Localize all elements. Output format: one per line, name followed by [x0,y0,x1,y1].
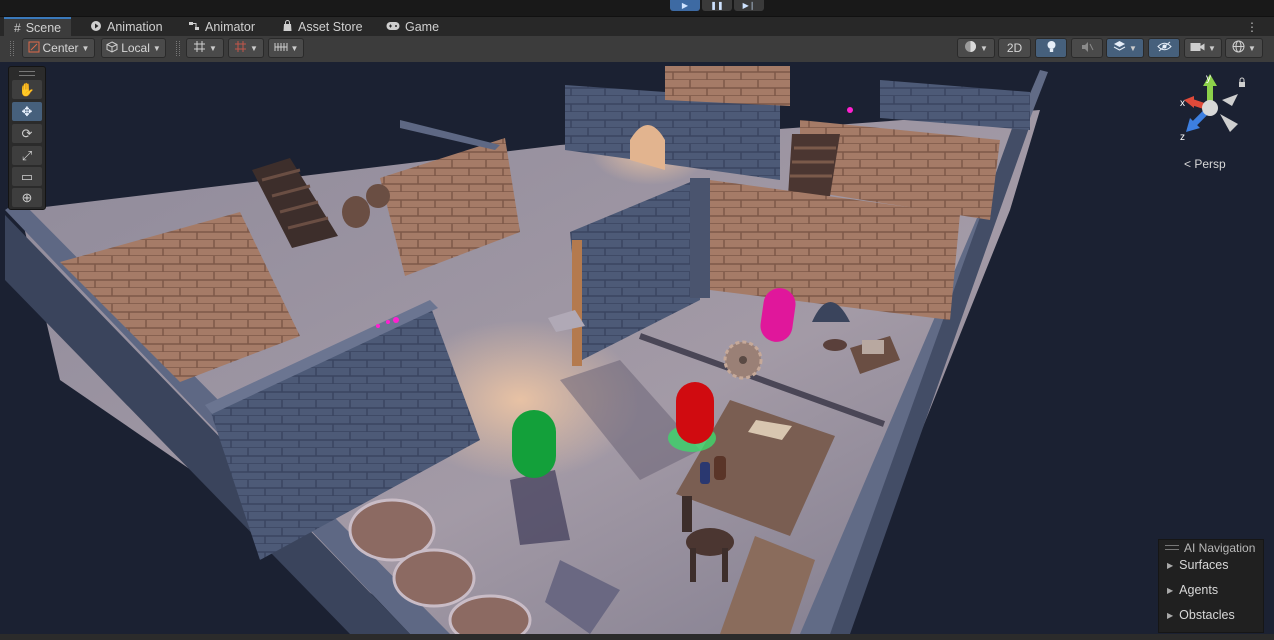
gamepad-icon [386,20,400,34]
store-icon [282,19,293,35]
ai-navigation-title: AI Navigation [1184,541,1256,555]
play-controls: ▶ ❚❚ ▶❘ [670,0,764,11]
scale-icon: ⤢ [21,147,33,163]
toolbar-grip-icon [10,41,14,56]
snap-grid-icon [234,40,247,56]
lighting-toggle-button[interactable] [1035,38,1067,58]
tab-bar: # Scene Animation Animator Asset Store G… [0,16,1274,37]
local-cube-icon [106,40,118,56]
play-button[interactable]: ▶ [670,0,700,11]
tool-palette: ✋ ✥ ⟳ ⤢ ▭ ⊕ [8,66,46,210]
orientation-gizmo[interactable]: y x z [1172,70,1248,150]
tab-label: Game [405,20,440,34]
scene-toolbar: Center ▼ Local ▼ ▼ ▼ ▼ ▼ 2D ▼ ▼ ▼ [0,36,1274,63]
hand-tool-button[interactable]: ✋ [12,80,42,99]
transform-icon: ⊕ [21,189,33,205]
animation-icon [90,20,102,35]
speaker-muted-icon [1081,41,1094,56]
bottom-status-strip [0,634,1274,640]
expand-triangle-icon: ▶ [1167,610,1174,620]
lightbulb-icon [1046,40,1057,56]
shaded-sphere-icon [964,40,977,56]
nav-item-label: Surfaces [1179,558,1229,572]
nav-item-agents[interactable]: ▶ Agents [1167,583,1218,597]
pivot-mode-label: Center [42,41,79,55]
animator-icon [188,20,200,35]
chevron-down-icon: ▼ [209,43,217,53]
nav-item-label: Obstacles [1179,608,1235,622]
draw-mode-dropdown[interactable]: ▼ [957,38,995,58]
chevron-down-icon: ▼ [290,43,299,53]
nav-item-obstacles[interactable]: ▶ Obstacles [1167,608,1235,622]
gizmo-z-label: z [1180,132,1185,143]
increment-snap-dropdown[interactable]: ▼ [268,38,304,58]
pivot-center-icon [28,41,40,56]
scene-visibility-toggle[interactable] [1148,38,1180,58]
tab-game[interactable]: Game [386,17,439,37]
chevron-down-icon: ▼ [980,43,988,53]
grid-snap-dropdown[interactable]: ▼ [228,38,264,58]
toggle-2d-button[interactable]: 2D [998,38,1031,58]
tab-label: Animator [205,20,256,34]
camera-settings-dropdown[interactable]: ▼ [1184,38,1222,58]
gizmo-globe-icon [1232,40,1245,56]
effects-dropdown[interactable]: ▼ [1106,38,1144,58]
ruler-icon [274,41,288,56]
rect-tool-button[interactable]: ▭ [12,167,42,186]
tab-scene[interactable]: # Scene [4,17,72,37]
move-tool-button[interactable]: ✥ [12,102,42,121]
pivot-mode-dropdown[interactable]: Center ▼ [22,38,95,58]
chevron-down-icon: ▼ [1248,43,1256,53]
tab-label: Scene [25,21,62,35]
pivot-rotation-label: Local [121,41,150,55]
tab-asset-store[interactable]: Asset Store [282,17,363,37]
hash-icon: # [14,21,21,35]
top-bar: ▶ ❚❚ ▶❘ [0,0,1274,16]
camera-icon [1190,41,1205,55]
expand-triangle-icon: ▶ [1167,585,1174,595]
mode-2d-label: 2D [1006,41,1023,55]
panel-grip-icon [1165,545,1179,550]
pause-button[interactable]: ❚❚ [702,0,732,11]
projection-toggle[interactable]: < Persp [1184,157,1226,171]
chevron-down-icon: ▼ [1129,43,1137,53]
rect-icon: ▭ [20,168,34,184]
move-arrows-icon: ✥ [21,103,33,119]
projection-label: Persp [1194,157,1226,171]
hand-icon: ✋ [18,81,36,97]
nav-item-surfaces[interactable]: ▶ Surfaces [1167,558,1229,572]
grid-visibility-dropdown[interactable]: ▼ [186,38,224,58]
scene-viewport[interactable] [0,62,1274,634]
persp-chevron-icon: < [1184,157,1192,171]
tab-label: Asset Store [298,20,363,34]
expand-triangle-icon: ▶ [1167,560,1174,570]
gizmos-dropdown[interactable]: ▼ [1225,38,1263,58]
transform-tool-button[interactable]: ⊕ [12,188,42,207]
pivot-rotation-dropdown[interactable]: Local ▼ [101,38,166,58]
dungeon-scene-render [0,62,1274,634]
gizmo-x-label: x [1180,98,1185,109]
rotate-tool-button[interactable]: ⟳ [12,124,42,143]
grid-icon [193,40,206,56]
gizmo-y-label: y [1206,73,1211,84]
toolbar-grip-icon [176,41,180,56]
chevron-down-icon: ▼ [1208,43,1216,53]
tab-label: Animation [107,20,163,34]
layers-icon [1113,40,1126,56]
palette-grip-icon [19,71,35,76]
chevron-down-icon: ▼ [152,43,161,53]
chevron-down-icon: ▼ [81,43,90,53]
scale-tool-button[interactable]: ⤢ [12,146,42,165]
audio-toggle-button[interactable] [1071,38,1103,58]
rotate-icon: ⟳ [21,125,33,141]
ai-navigation-panel: AI Navigation ▶ Surfaces ▶ Agents ▶ Obst… [1158,539,1264,633]
tab-animator[interactable]: Animator [188,17,255,37]
eye-slash-icon [1156,41,1172,55]
step-button[interactable]: ▶❘ [734,0,764,11]
nav-item-label: Agents [1179,583,1219,597]
kebab-menu-icon[interactable]: ⋮ [1246,20,1258,34]
tab-animation[interactable]: Animation [90,17,163,37]
chevron-down-icon: ▼ [250,43,258,53]
